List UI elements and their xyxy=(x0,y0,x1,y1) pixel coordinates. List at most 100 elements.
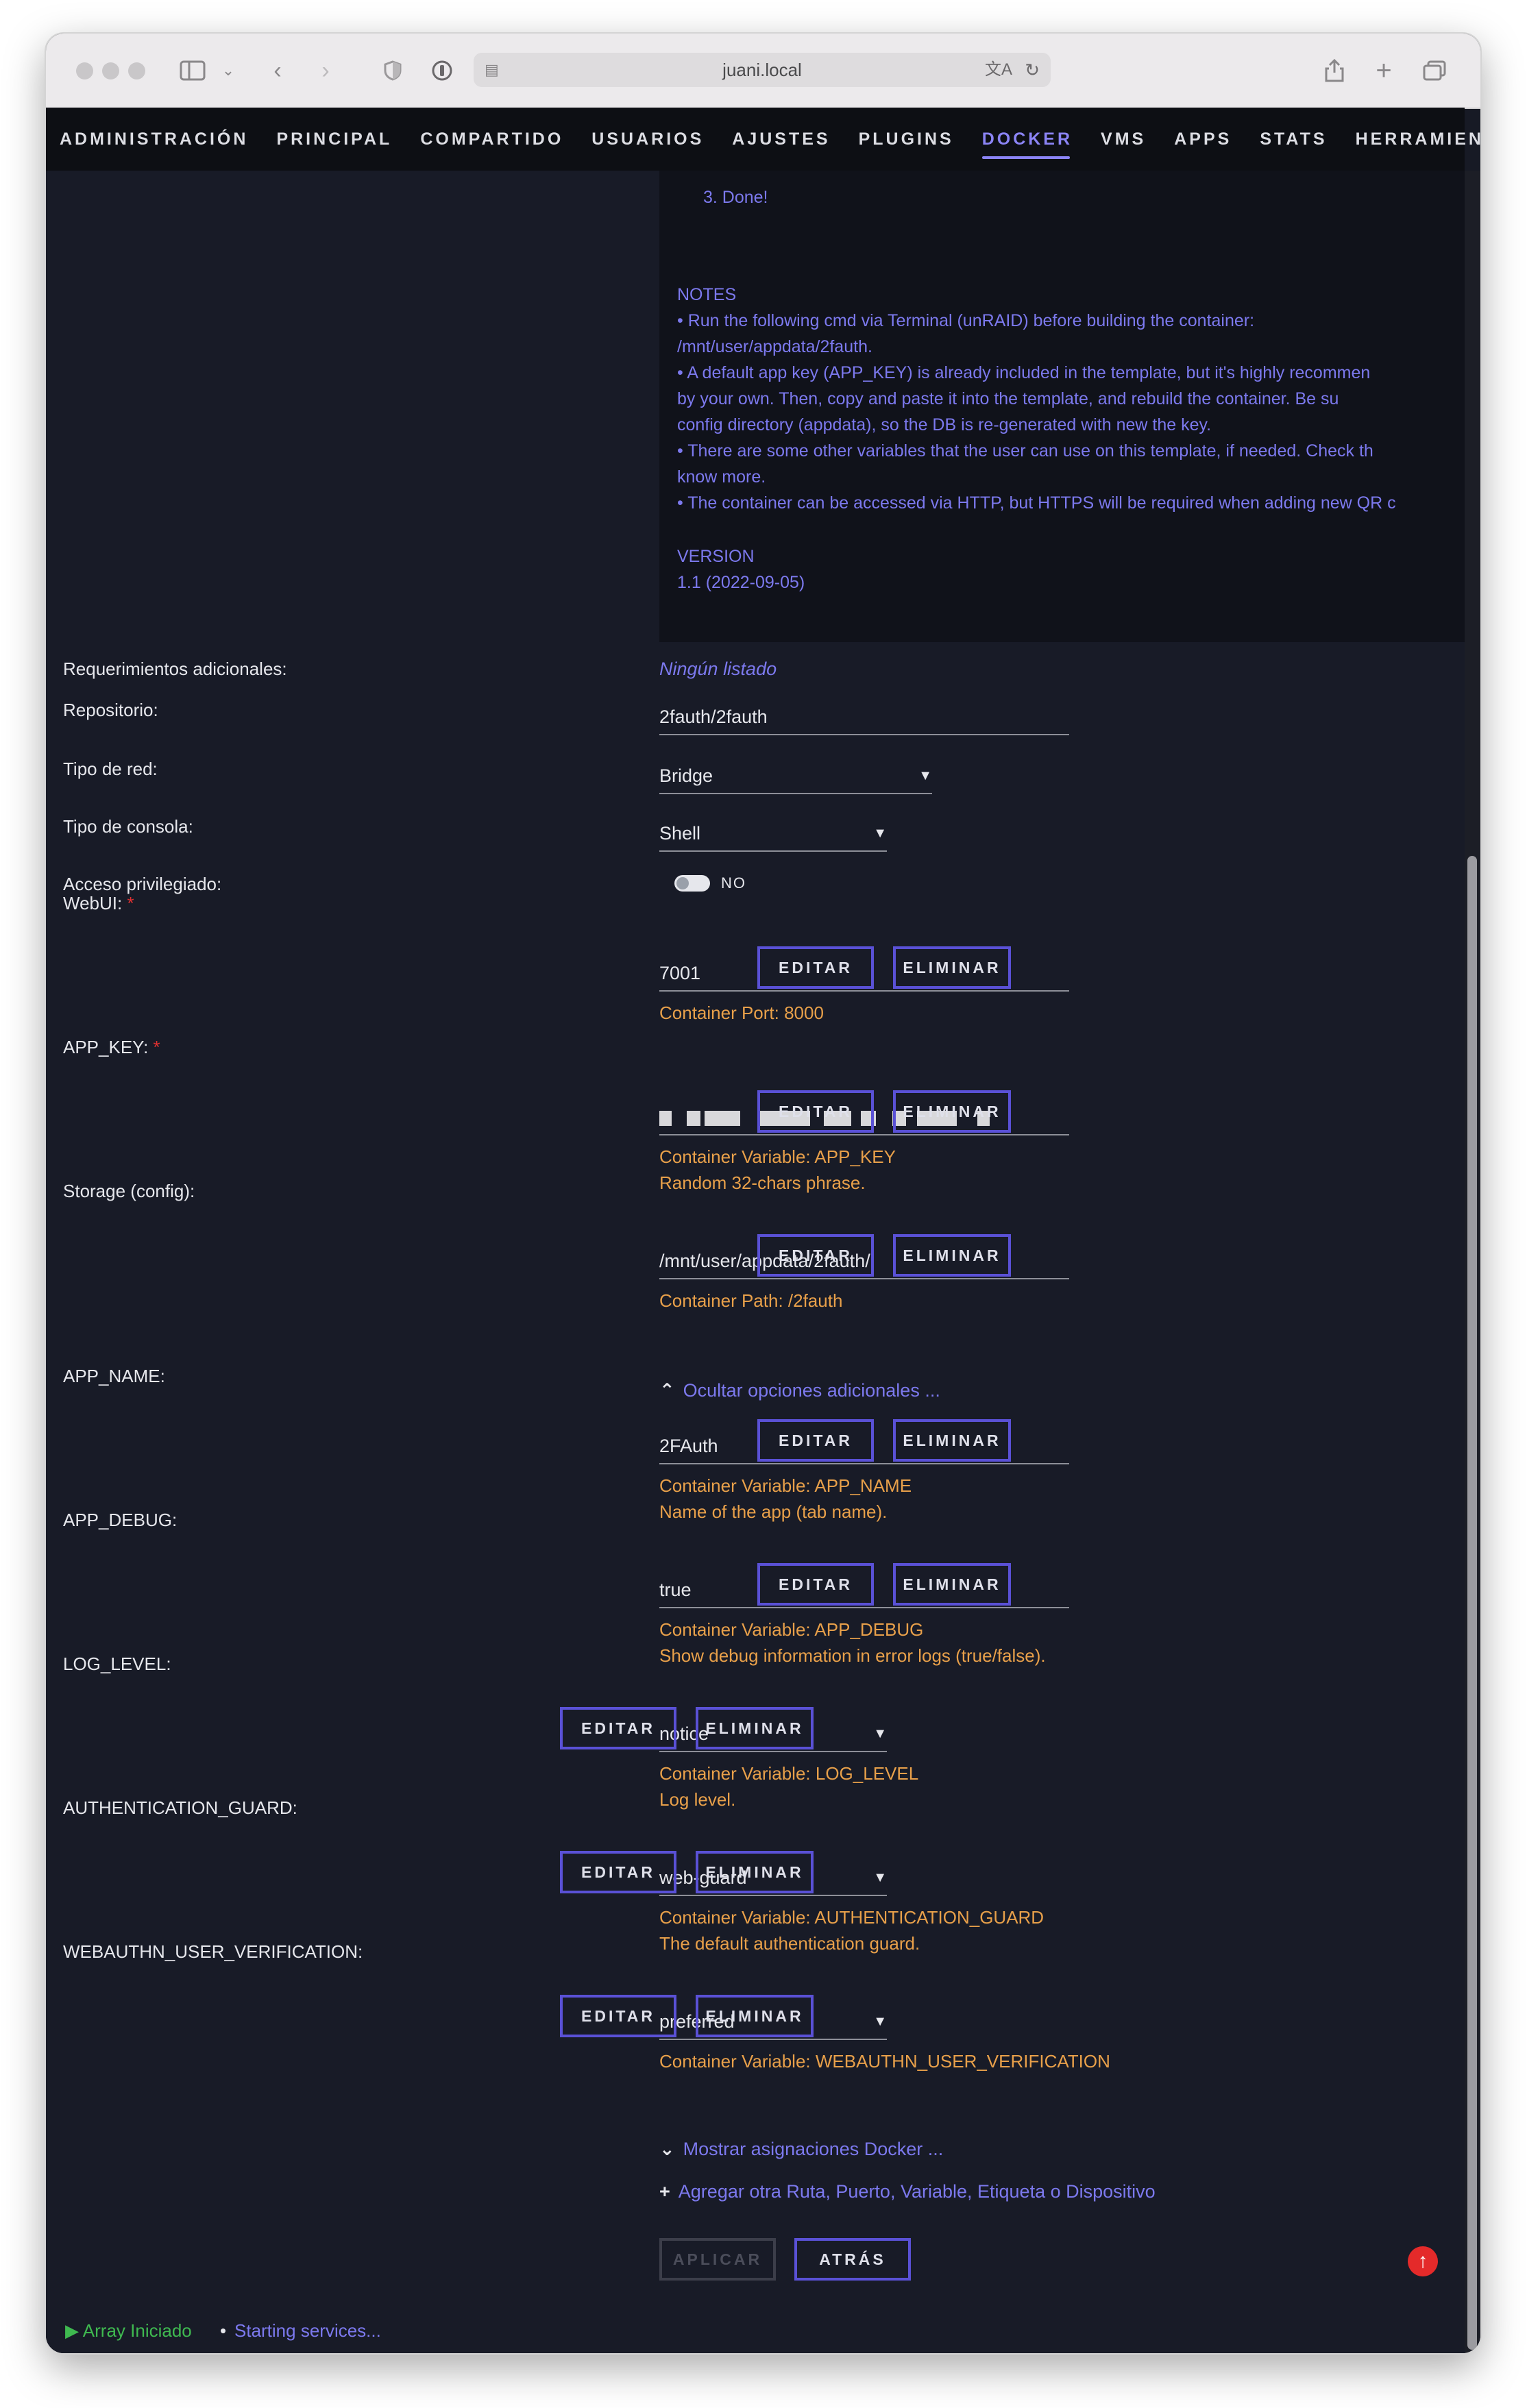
apply-button[interactable]: APLICAR xyxy=(659,2238,776,2281)
sidebar-toggle-icon[interactable] xyxy=(178,53,208,88)
nav-item-herramientas[interactable]: HERRAMIENTAS xyxy=(1356,130,1480,149)
share-icon[interactable] xyxy=(1321,53,1348,88)
notes-line: • The container can be accessed via HTTP… xyxy=(677,493,1396,513)
console-type-select[interactable]: Shell ▼ xyxy=(659,818,887,852)
authentication-guard-edit-button[interactable]: EDITAR xyxy=(560,1851,676,1893)
storage-config-label-text: Storage (config): xyxy=(63,1181,195,1201)
app-key-edit-button[interactable]: EDITAR xyxy=(757,1090,874,1133)
webui-edit-button[interactable]: EDITAR xyxy=(757,946,874,989)
docker-template-form: 3. Done! NOTES • Run the following cmd v… xyxy=(46,171,1465,2353)
privileged-label: Acceso privilegiado: xyxy=(63,874,222,894)
reload-icon[interactable]: ↻ xyxy=(1025,53,1040,87)
authentication-guard-label: AUTHENTICATION_GUARD: xyxy=(63,1797,297,1819)
app-key-description: Container Variable: APP_KEY xyxy=(659,1146,896,1167)
nav-item-compartido[interactable]: COMPARTIDO xyxy=(420,130,563,149)
back-icon[interactable]: ‹ xyxy=(264,53,291,88)
version-title: VERSION xyxy=(677,547,755,566)
notes-title: NOTES xyxy=(677,285,737,304)
services-status: Starting services... xyxy=(234,2320,381,2341)
authentication-guard-description: Container Variable: AUTHENTICATION_GUARD xyxy=(659,1907,1045,1928)
repository-input[interactable]: 2fauth/2fauth xyxy=(659,701,1069,735)
authentication-guard-delete-button[interactable]: ELIMINAR xyxy=(696,1851,814,1893)
nav-item-docker[interactable]: DOCKER xyxy=(981,130,1073,159)
webui-value: 7001 xyxy=(659,963,701,983)
nav-item-ajustes[interactable]: AJUSTES xyxy=(732,130,830,149)
close-window-button[interactable] xyxy=(76,62,93,79)
add-mapping-text: Agregar otra Ruta, Puerto, Variable, Eti… xyxy=(678,2181,1156,2202)
webauthn-user-verification-edit-button[interactable]: EDITAR xyxy=(560,1995,676,2037)
app-name-edit-button[interactable]: EDITAR xyxy=(757,1419,874,1462)
browser-toolbar: ⌄ ‹ › ▤ juani.local 文A ↻ + xyxy=(46,34,1480,109)
hide-more-options-link[interactable]: ⌃ Ocultar opciones adicionales ... xyxy=(659,1380,940,1401)
chevron-up-icon: ⌃ xyxy=(659,1380,675,1401)
masked-value-block xyxy=(687,1111,700,1126)
password-manager-icon[interactable] xyxy=(427,53,457,88)
app-debug-edit-button[interactable]: EDITAR xyxy=(757,1563,874,1606)
notes-line: know more. xyxy=(677,467,766,487)
app-key-label-text: APP_KEY: xyxy=(63,1037,149,1057)
privileged-toggle[interactable] xyxy=(674,875,710,892)
webui-delete-button[interactable]: ELIMINAR xyxy=(893,946,1011,989)
app-debug-description: Container Variable: APP_DEBUG xyxy=(659,1619,924,1640)
log-level-edit-button[interactable]: EDITAR xyxy=(560,1707,676,1749)
notes-line: • Run the following cmd via Terminal (un… xyxy=(677,311,1255,330)
address-bar[interactable]: ▤ juani.local 文A ↻ xyxy=(474,53,1051,87)
app-debug-description: Show debug information in error logs (tr… xyxy=(659,1645,1046,1666)
notes-line: config directory (appdata), so the DB is… xyxy=(677,415,1212,434)
requirements-label: Requerimientos adicionales: xyxy=(63,659,287,679)
log-level-delete-button[interactable]: ELIMINAR xyxy=(696,1707,814,1749)
app-name-description: Container Variable: APP_NAME xyxy=(659,1475,912,1496)
nav-item-stats[interactable]: STATS xyxy=(1260,130,1327,149)
app-debug-label: APP_DEBUG: xyxy=(63,1510,177,1531)
storage-config-edit-button[interactable]: EDITAR xyxy=(757,1234,874,1277)
caret-down-icon: ▼ xyxy=(918,768,932,783)
storage-config-delete-button[interactable]: ELIMINAR xyxy=(893,1234,1011,1277)
caret-down-icon: ▼ xyxy=(873,1870,887,1885)
chevron-down-icon: ⌄ xyxy=(659,2139,675,2159)
nav-item-usuarios[interactable]: USUARIOS xyxy=(591,130,704,149)
notes-line: by your own. Then, copy and paste it int… xyxy=(677,389,1339,408)
toggle-knob xyxy=(676,877,689,889)
app-name-label-text: APP_NAME: xyxy=(63,1366,165,1386)
app-debug-delete-button[interactable]: ELIMINAR xyxy=(893,1563,1011,1606)
footer-separator: • xyxy=(220,2320,227,2341)
url-text: juani.local xyxy=(722,60,802,80)
scrollbar-thumb[interactable] xyxy=(1467,856,1477,2350)
overview-step-done: 3. Done! xyxy=(703,188,768,207)
notes-line: /mnt/user/appdata/2fauth. xyxy=(677,337,872,356)
log-level-description: Log level. xyxy=(659,1789,736,1810)
nav-item-vms[interactable]: VMS xyxy=(1101,130,1146,149)
translate-icon[interactable]: 文A xyxy=(985,53,1012,87)
browser-window: ⌄ ‹ › ▤ juani.local 文A ↻ + ADMINISTRACIÓ… xyxy=(46,34,1480,2353)
nav-item-principal[interactable]: PRINCIPAL xyxy=(276,130,392,149)
network-type-label: Tipo de red: xyxy=(63,759,158,779)
nav-item-apps[interactable]: APPS xyxy=(1174,130,1232,149)
forward-icon[interactable]: › xyxy=(312,53,339,88)
zoom-window-button[interactable] xyxy=(128,62,145,79)
log-level-label-text: LOG_LEVEL: xyxy=(63,1654,171,1674)
scroll-to-top-icon[interactable]: ↑ xyxy=(1408,2246,1438,2276)
show-docker-allocations-link[interactable]: ⌄ Mostrar asignaciones Docker ... xyxy=(659,2139,943,2160)
shield-icon[interactable] xyxy=(378,53,408,88)
tab-overview-icon[interactable] xyxy=(1419,53,1450,88)
network-type-select[interactable]: Bridge ▼ xyxy=(659,760,932,794)
hide-more-options-text: Ocultar opciones adicionales ... xyxy=(683,1380,940,1401)
webauthn-user-verification-delete-button[interactable]: ELIMINAR xyxy=(696,1995,814,2037)
app-name-delete-button[interactable]: ELIMINAR xyxy=(893,1419,1011,1462)
app-key-delete-button[interactable]: ELIMINAR xyxy=(893,1090,1011,1133)
back-button[interactable]: ATRÁS xyxy=(794,2238,911,2281)
page-icon: ▤ xyxy=(485,61,499,78)
nav-item-plugins[interactable]: PLUGINS xyxy=(859,130,954,149)
show-docker-allocations-text: Mostrar asignaciones Docker ... xyxy=(683,2139,944,2159)
nav-item-administración[interactable]: ADMINISTRACIÓN xyxy=(60,130,248,149)
authentication-guard-description: The default authentication guard. xyxy=(659,1933,920,1954)
chevron-down-icon[interactable]: ⌄ xyxy=(220,53,236,88)
add-mapping-link[interactable]: + Agregar otra Ruta, Puerto, Variable, Et… xyxy=(659,2181,1156,2202)
page-scrollbar[interactable] xyxy=(1465,171,1480,2353)
new-tab-icon[interactable]: + xyxy=(1370,53,1397,88)
requirements-value: Ningún listado xyxy=(659,659,777,679)
minimize-window-button[interactable] xyxy=(102,62,119,79)
array-status: ▶ Array Iniciado xyxy=(65,2320,192,2342)
webui-label: WebUI: * xyxy=(63,893,134,914)
log-level-description: Container Variable: LOG_LEVEL xyxy=(659,1763,919,1784)
